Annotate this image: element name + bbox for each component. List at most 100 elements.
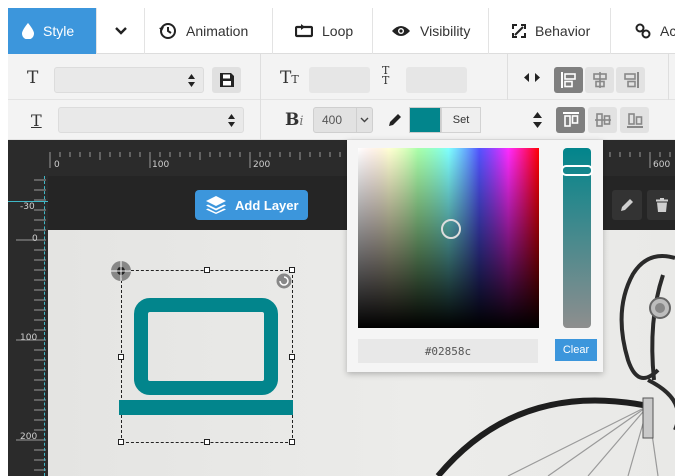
delete-layer-button[interactable] <box>647 190 675 220</box>
select-arrows-icon <box>188 74 195 87</box>
tab-actions-label: Act <box>660 23 675 39</box>
toolbar-row-2: T Bi 400 Set <box>8 100 675 140</box>
divider <box>507 54 508 100</box>
edit-layer-button[interactable] <box>612 190 642 220</box>
align-center-icon <box>592 72 607 88</box>
color-set-label: Set <box>452 114 470 126</box>
resize-handle[interactable] <box>204 439 210 445</box>
ruler-left: -30 0 100 200 <box>8 176 48 476</box>
link-icon <box>635 23 651 39</box>
horizontal-arrows-icon <box>524 73 540 82</box>
tab-loop-label: Loop <box>322 23 354 39</box>
line-height-icon: TT <box>382 64 390 87</box>
alpha-slider[interactable] <box>561 148 593 328</box>
ruler-label: 100 <box>20 333 38 343</box>
save-icon <box>219 73 234 87</box>
select-arrows-icon <box>228 114 235 127</box>
font-family-select[interactable] <box>54 67 204 93</box>
clear-color-label: Clear <box>562 344 590 356</box>
chevron-down-icon <box>360 117 369 123</box>
eye-icon <box>392 26 410 36</box>
align-bottom-button[interactable] <box>620 107 649 133</box>
align-bottom-icon <box>626 113 643 128</box>
ruler-label: 0 <box>54 160 60 170</box>
tab-bar: Style Animation Loop Visibility Behavior… <box>8 8 675 54</box>
add-layer-button[interactable]: Add Layer <box>195 190 308 220</box>
font-weight-value: 400 <box>322 113 343 127</box>
add-layer-label: Add Layer <box>235 197 299 213</box>
tab-animation-label: Animation <box>186 23 249 39</box>
vertical-arrows-icon <box>533 112 542 128</box>
color-picker-popup: #02858c Clear <box>347 140 603 372</box>
ruler-left-ticks <box>16 179 46 471</box>
move-handle-icon[interactable] <box>110 260 132 282</box>
align-top-button[interactable] <box>556 107 585 133</box>
laptop-icon <box>119 298 293 415</box>
ruler-label: 600 <box>653 160 671 170</box>
pencil-icon <box>621 199 633 211</box>
alpha-slider-handle[interactable] <box>561 165 593 176</box>
resize-handle[interactable] <box>204 267 210 273</box>
align-top-icon <box>562 112 579 127</box>
align-center-button[interactable] <box>585 67 614 93</box>
history-icon <box>159 23 176 39</box>
align-left-button[interactable] <box>554 67 583 93</box>
ruler-corner <box>8 140 48 176</box>
font-weight-dropdown[interactable] <box>356 108 372 132</box>
tab-style[interactable]: Style <box>8 8 97 54</box>
text-format-icon: T <box>31 111 42 130</box>
font-size-field[interactable] <box>309 67 370 93</box>
color-cursor[interactable] <box>441 219 461 239</box>
color-set-button[interactable]: Set <box>441 107 481 133</box>
tab-animation[interactable]: Animation <box>145 8 273 54</box>
resize-handle[interactable] <box>289 354 295 360</box>
resize-handle[interactable] <box>289 439 295 445</box>
tab-loop[interactable]: Loop <box>273 8 373 54</box>
ruler-label: 0 <box>32 234 38 244</box>
loop-icon <box>295 24 313 38</box>
tab-actions[interactable]: Act <box>611 8 675 54</box>
ruler-label: 200 <box>20 432 38 442</box>
divider <box>668 54 669 100</box>
font-select[interactable] <box>58 107 244 133</box>
rotate-handle-icon[interactable] <box>276 273 292 289</box>
font-weight-select[interactable]: 400 <box>313 107 373 133</box>
toolbar-row-1: T TT TT <box>8 54 675 100</box>
divider <box>260 54 261 100</box>
resize-handle[interactable] <box>118 439 124 445</box>
line-height-field[interactable] <box>406 67 467 93</box>
droplet-icon <box>22 23 34 39</box>
tab-visibility[interactable]: Visibility <box>373 8 489 54</box>
align-middle-icon <box>594 113 611 127</box>
tab-behavior-label: Behavior <box>535 23 591 39</box>
tab-behavior[interactable]: Behavior <box>489 8 611 54</box>
tab-more-dropdown[interactable] <box>97 8 145 54</box>
layers-icon <box>206 196 226 214</box>
pencil-icon <box>389 114 401 126</box>
guide-line <box>44 176 45 476</box>
layer-selection-box[interactable] <box>111 261 295 445</box>
editor-app: Style Animation Loop Visibility Behavior… <box>0 0 675 476</box>
hex-value: #02858c <box>424 344 472 358</box>
ruler-label: -30 <box>20 202 35 212</box>
color-swatch[interactable] <box>409 107 441 133</box>
ruler-label: 200 <box>253 160 271 170</box>
save-font-button[interactable] <box>212 67 241 93</box>
clear-color-button[interactable]: Clear <box>555 339 597 361</box>
trash-icon <box>656 198 668 212</box>
tab-visibility-label: Visibility <box>420 23 471 39</box>
bold-italic-icon: Bi <box>285 110 304 130</box>
align-right-button[interactable] <box>616 67 645 93</box>
tab-style-label: Style <box>43 23 75 39</box>
resize-handle[interactable] <box>118 354 124 360</box>
chevron-down-icon <box>114 27 127 35</box>
hex-input[interactable]: #02858c <box>358 339 538 363</box>
saturation-value-area[interactable] <box>358 148 539 328</box>
align-left-icon <box>560 72 576 88</box>
expand-icon <box>512 24 526 38</box>
align-middle-button[interactable] <box>588 107 617 133</box>
ruler-label: 100 <box>152 160 170 170</box>
divider <box>260 100 261 140</box>
align-right-icon <box>623 72 639 88</box>
text-icon: T <box>27 68 39 88</box>
